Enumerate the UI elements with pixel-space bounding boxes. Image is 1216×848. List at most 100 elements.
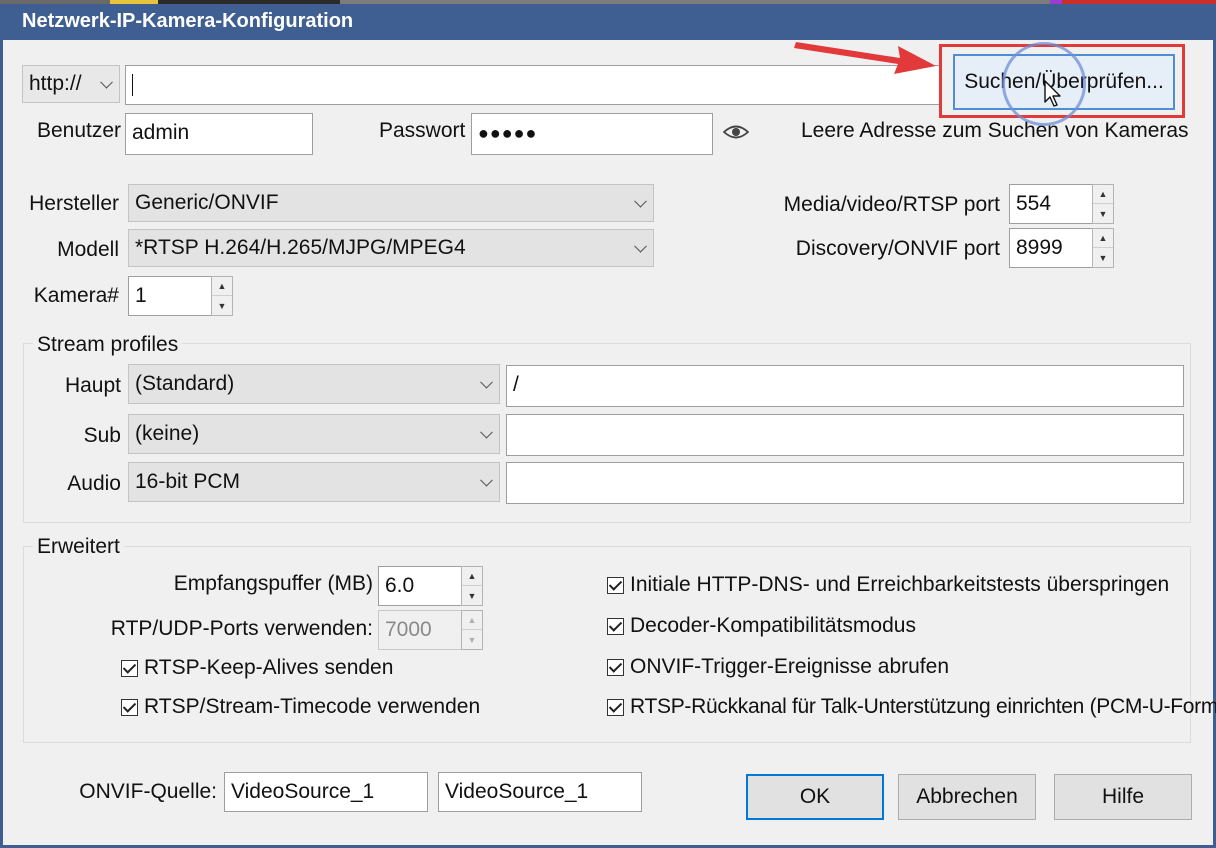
arrow-down-icon[interactable]: ▼ (1093, 248, 1113, 267)
cancel-label: Abbrechen (916, 785, 1018, 808)
sub-stream-value: (keine) (135, 422, 200, 445)
password-label: Passwort (379, 119, 466, 142)
audio-select[interactable]: 16-bit PCM (128, 462, 500, 502)
timecode-checkbox-row[interactable]: RTSP/Stream-Timecode verwenden (121, 693, 480, 721)
onvif-source-input-1[interactable]: VideoSource_1 (224, 772, 428, 812)
manufacturer-value: Generic/ONVIF (135, 191, 279, 214)
arrow-down-icon[interactable]: ▼ (212, 296, 232, 315)
audio-path-input[interactable] (506, 462, 1184, 504)
onvif-source-value-2: VideoSource_1 (445, 780, 589, 803)
camera-number-label: Kamera# (33, 284, 119, 307)
sub-stream-path-input[interactable] (506, 414, 1184, 456)
keepalive-checkbox-row[interactable]: RTSP-Keep-Alives senden (121, 654, 393, 682)
model-value: *RTSP H.264/H.265/MJPG/MPEG4 (135, 236, 466, 259)
main-stream-path: / (513, 373, 519, 396)
audio-label: Audio (67, 472, 121, 495)
arrow-down-icon[interactable]: ▼ (1093, 204, 1113, 223)
backchannel-checkbox-row[interactable]: RTSP-Rückkanal für Talk-Unterstützung ei… (607, 693, 1216, 721)
protocol-value: http:// (29, 72, 82, 95)
chevron-down-icon (480, 375, 493, 389)
checkbox-checked[interactable] (607, 617, 624, 635)
media-port-spinner[interactable]: ▲ ▼ (1092, 184, 1114, 224)
rtp-ports-spinner[interactable]: ▲ ▼ (461, 610, 483, 650)
user-label: Benutzer (37, 119, 122, 142)
dialog-body: http:// Suchen/Überprüfen... Benutzer ad… (3, 40, 1216, 845)
buffer-label: Empfangspuffer (MB) (173, 572, 373, 595)
checkbox-checked[interactable] (607, 698, 624, 716)
backchannel-label: RTSP-Rückkanal für Talk-Unterstützung ei… (630, 695, 1216, 718)
arrow-up-icon[interactable]: ▲ (1093, 229, 1113, 248)
discovery-port-spinner[interactable]: ▲ ▼ (1092, 228, 1114, 268)
skip-tests-checkbox-row[interactable]: Initiale HTTP-DNS- und Erreichbarkeitste… (607, 571, 1169, 599)
skip-tests-label: Initiale HTTP-DNS- und Erreichbarkeitste… (630, 573, 1170, 596)
buffer-spinner[interactable]: ▲ ▼ (461, 566, 483, 606)
discovery-port-value: 8999 (1016, 236, 1063, 259)
discovery-port-label: Discovery/ONVIF port (795, 237, 1000, 260)
model-select[interactable]: *RTSP H.264/H.265/MJPG/MPEG4 (128, 229, 654, 267)
audio-value: 16-bit PCM (135, 470, 241, 493)
manufacturer-select[interactable]: Generic/ONVIF (128, 184, 654, 222)
main-stream-value: (Standard) (135, 372, 235, 395)
discovery-port-input[interactable]: 8999 (1009, 228, 1093, 268)
onvif-source-value-1: VideoSource_1 (231, 780, 375, 803)
arrow-up-icon[interactable]: ▲ (462, 611, 482, 630)
manufacturer-label: Hersteller (29, 192, 119, 215)
sub-stream-label: Sub (83, 424, 121, 447)
rtp-ports-label: RTP/UDP-Ports verwenden: (110, 617, 373, 640)
checkbox-checked[interactable] (607, 658, 624, 676)
help-button[interactable]: Hilfe (1054, 774, 1192, 820)
advanced-title: Erweitert (33, 534, 124, 560)
model-label: Modell (57, 238, 119, 261)
rtp-ports-value: 7000 (385, 618, 432, 641)
checkbox-checked[interactable] (121, 659, 138, 677)
stream-profiles-title: Stream profiles (33, 332, 183, 358)
user-value: admin (132, 121, 190, 144)
text-caret (132, 74, 133, 96)
camera-number-input[interactable]: 1 (128, 276, 212, 316)
onvif-events-checkbox-row[interactable]: ONVIF-Trigger-Ereignisse abrufen (607, 653, 949, 681)
user-input[interactable]: admin (125, 113, 313, 155)
sub-stream-select[interactable]: (keine) (128, 414, 500, 454)
arrow-down-icon[interactable]: ▼ (462, 630, 482, 649)
ok-button[interactable]: OK (746, 774, 884, 820)
decoder-compat-checkbox-row[interactable]: Decoder-Kompatibilitätsmodus (607, 612, 916, 640)
chevron-down-icon (634, 194, 647, 208)
onvif-source-label: ONVIF-Quelle: (79, 780, 217, 803)
onvif-source-input-2[interactable]: VideoSource_1 (438, 772, 642, 812)
search-hint: Leere Adresse zum Suchen von Kameras (801, 119, 1189, 142)
buffer-value: 6.0 (385, 574, 415, 597)
media-port-value: 554 (1016, 192, 1052, 215)
camera-number-spinner[interactable]: ▲ ▼ (211, 276, 233, 316)
keepalive-label: RTSP-Keep-Alives senden (144, 656, 394, 679)
password-value: ●●●●● (478, 123, 538, 143)
rtp-ports-input[interactable]: 7000 (378, 610, 462, 650)
eye-icon[interactable] (723, 124, 749, 140)
buffer-input[interactable]: 6.0 (378, 566, 462, 606)
window-title: Netzwerk-IP-Kamera-Konfiguration (0, 4, 1216, 40)
timecode-label: RTSP/Stream-Timecode verwenden (144, 695, 481, 718)
media-port-label: Media/video/RTSP port (783, 193, 1000, 216)
red-arrow-icon (794, 42, 936, 74)
protocol-select[interactable]: http:// (22, 65, 120, 103)
arrow-up-icon[interactable]: ▲ (462, 567, 482, 586)
password-input[interactable]: ●●●●● (471, 113, 713, 155)
arrow-up-icon[interactable]: ▲ (1093, 185, 1113, 204)
arrow-up-icon[interactable]: ▲ (212, 277, 232, 296)
mouse-cursor-icon (1044, 80, 1061, 107)
cancel-button[interactable]: Abbrechen (898, 774, 1036, 820)
main-stream-path-input[interactable]: / (506, 365, 1184, 407)
chevron-down-icon (480, 473, 493, 487)
checkbox-checked[interactable] (121, 698, 138, 716)
ok-label: OK (799, 785, 831, 808)
chevron-down-icon (480, 425, 493, 439)
chevron-down-icon (634, 239, 647, 253)
main-stream-select[interactable]: (Standard) (128, 364, 500, 404)
chevron-down-icon (100, 75, 113, 89)
onvif-events-label: ONVIF-Trigger-Ereignisse abrufen (630, 655, 949, 678)
help-label: Hilfe (1101, 785, 1144, 808)
arrow-down-icon[interactable]: ▼ (462, 586, 482, 605)
camera-number-value: 1 (135, 284, 147, 307)
checkbox-checked[interactable] (607, 576, 624, 594)
main-stream-label: Haupt (64, 374, 121, 397)
media-port-input[interactable]: 554 (1009, 184, 1093, 224)
